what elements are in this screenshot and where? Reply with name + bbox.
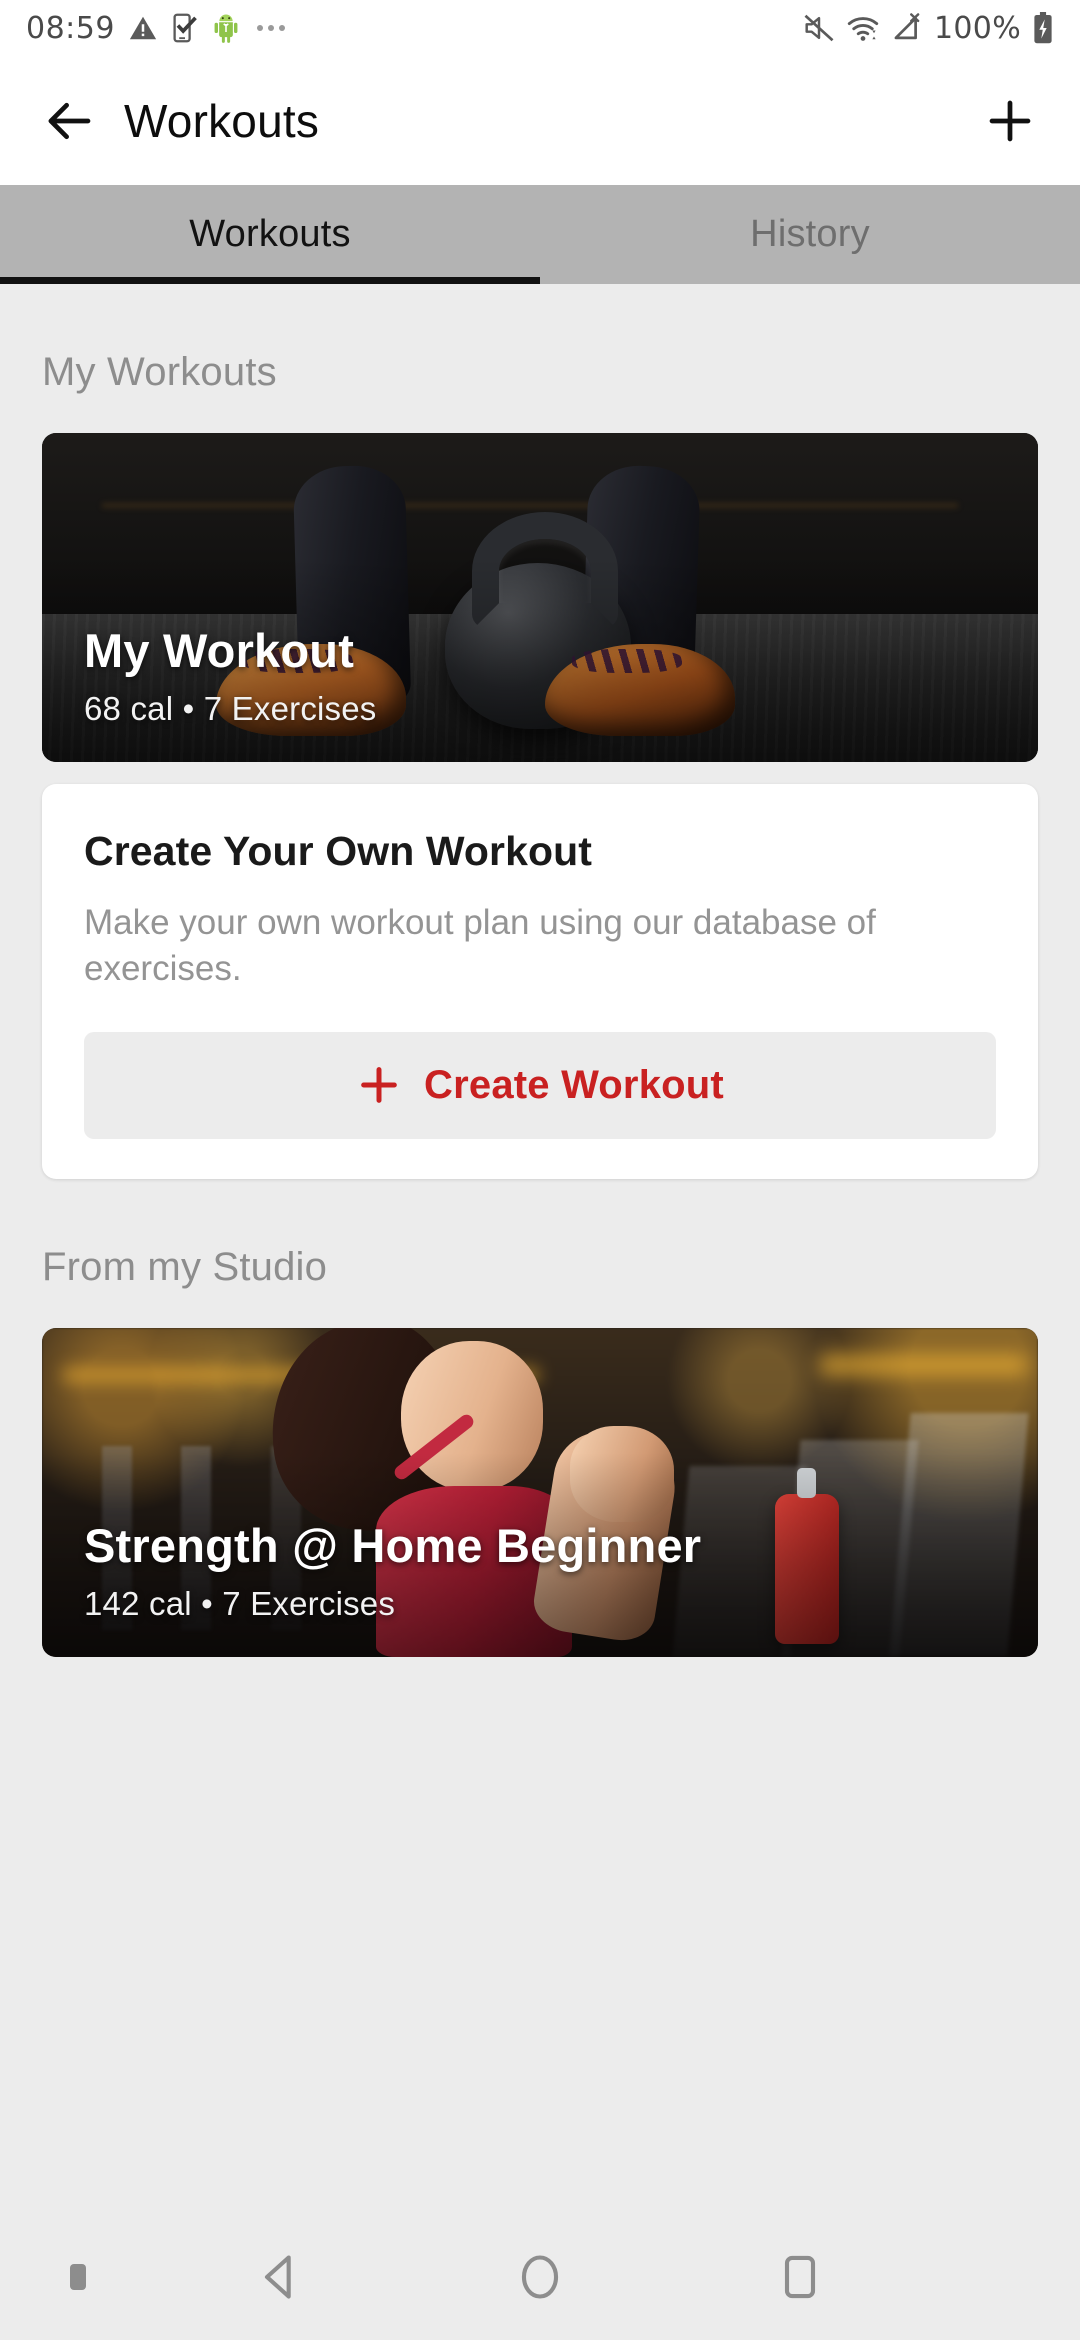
volume-muted-icon <box>804 14 834 42</box>
status-bar-left: 08:59 <box>26 11 285 46</box>
section-title-my-workouts: My Workouts <box>42 350 277 394</box>
status-bar-right: 100% <box>803 11 1054 46</box>
tab-history[interactable]: History <box>540 185 1080 284</box>
create-workout-card: Create Your Own Workout Make your own wo… <box>42 784 1038 1179</box>
workout-card-subtitle: 142 cal • 7 Exercises <box>84 1584 396 1622</box>
nav-recents-button[interactable] <box>670 2251 930 2303</box>
nav-back-triangle-icon <box>264 2255 291 2299</box>
workout-card-strength-home-beginner[interactable]: Strength @ Home Beginner 142 cal • 7 Exe… <box>42 1327 1038 1657</box>
plus-icon <box>361 1067 397 1104</box>
page-title: Workouts <box>124 94 320 147</box>
card-text-overlay: My Workout 68 cal • 7 Exercises <box>84 623 377 728</box>
add-workout-button[interactable] <box>964 75 1056 167</box>
cellular-no-sim-icon <box>894 13 920 40</box>
workout-card-my-workout[interactable]: My Workout 68 cal • 7 Exercises <box>42 433 1038 762</box>
nav-home-circle-icon <box>521 2255 559 2299</box>
create-workout-button[interactable]: Create Workout <box>84 1031 996 1139</box>
battery-charging-icon <box>1034 12 1052 44</box>
plus-icon <box>989 100 1031 141</box>
workout-card-title: Strength @ Home Beginner <box>84 1518 702 1572</box>
wifi-icon <box>847 17 879 41</box>
workout-card-title: My Workout <box>84 624 355 677</box>
tab-workouts[interactable]: Workouts <box>0 185 540 284</box>
create-workout-button-label: Create Workout <box>424 1062 724 1107</box>
phone-check-icon <box>173 13 197 43</box>
back-button[interactable] <box>22 73 118 169</box>
more-dots-icon <box>256 25 285 31</box>
app-bar: Workouts <box>0 56 1080 185</box>
nav-back-button[interactable] <box>150 2251 410 2303</box>
battery-percent-label: 100% <box>934 10 1021 46</box>
create-card-body: Make your own workout plan using our dat… <box>84 903 876 988</box>
content-area: My Workouts My Workout 68 cal • 7 Exerci… <box>0 350 1080 2280</box>
android-robot-icon <box>214 14 238 43</box>
active-tab-indicator <box>0 277 540 284</box>
android-nav-bar <box>0 2214 1080 2340</box>
workout-card-subtitle: 68 cal • 7 Exercises <box>84 690 377 727</box>
nav-home-button[interactable] <box>410 2251 670 2303</box>
arrow-left-icon <box>48 102 91 139</box>
tab-bar: Workouts History <box>0 185 1080 284</box>
status-bar: 08:59 100% <box>0 0 1080 56</box>
card-text-overlay: Strength @ Home Beginner 142 cal • 7 Exe… <box>84 1518 701 1623</box>
status-time: 08:59 <box>26 10 115 46</box>
create-card-title: Create Your Own Workout <box>84 828 593 874</box>
nav-keyboard-indicator-icon <box>70 2264 86 2290</box>
warning-triangle-icon <box>129 16 157 40</box>
nav-recents-square-icon <box>784 2255 816 2299</box>
app-screen: 08:59 100% Workouts Workouts History My … <box>0 0 1080 2340</box>
section-title-from-my-studio: From my Studio <box>42 1244 328 1289</box>
